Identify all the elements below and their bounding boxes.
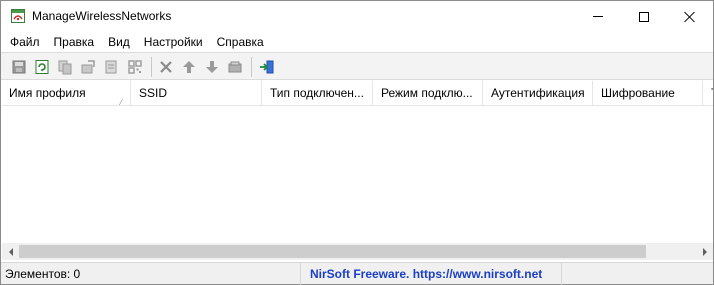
export-icon <box>81 60 95 74</box>
scroll-left-button[interactable] <box>2 243 19 260</box>
properties-icon <box>105 60 117 74</box>
column-header-label: Тип подключен... <box>270 86 364 100</box>
qr-code-button[interactable] <box>125 57 145 77</box>
column-header-label: Аутентификация <box>491 86 585 100</box>
move-down-button[interactable] <box>202 57 222 77</box>
column-header-ssid[interactable]: SSID <box>132 81 262 106</box>
menu-edit[interactable]: Правка <box>47 32 102 52</box>
title-bar[interactable]: ManageWirelessNetworks <box>1 1 713 32</box>
exit-icon <box>260 60 274 74</box>
export-button[interactable] <box>78 57 98 77</box>
chevron-right-icon <box>702 247 707 256</box>
sort-ascending-icon: ⁄ <box>120 98 122 106</box>
minimize-icon <box>593 16 603 17</box>
menu-bar: Файл Правка Вид Настройки Справка <box>1 32 713 52</box>
save-button[interactable] <box>9 57 29 77</box>
move-down-icon <box>206 61 218 73</box>
menu-file[interactable]: Файл <box>3 32 47 52</box>
maximize-button[interactable] <box>621 1 667 32</box>
scroll-right-button[interactable] <box>696 243 713 260</box>
properties-button[interactable] <box>101 57 121 77</box>
close-button[interactable] <box>667 1 713 32</box>
save-icon <box>12 60 26 74</box>
menu-view[interactable]: Вид <box>101 32 137 52</box>
profiles-list[interactable]: Имя профиля ⁄ SSID Тип подключен... Режи… <box>2 81 713 261</box>
connect-icon <box>228 61 242 73</box>
column-header-profile-name[interactable]: Имя профиля ⁄ <box>2 81 131 106</box>
toolbar-separator <box>151 57 152 77</box>
column-header-label: Режим подклю... <box>381 86 473 100</box>
column-header-label: Шифрование <box>601 86 675 100</box>
window-title: ManageWirelessNetworks <box>32 9 172 23</box>
copy-icon <box>58 60 72 75</box>
move-up-button[interactable] <box>179 57 199 77</box>
menu-settings[interactable]: Настройки <box>137 32 210 52</box>
menu-help[interactable]: Справка <box>210 32 271 52</box>
scrollbar-thumb[interactable] <box>19 245 646 258</box>
column-header-connection-type[interactable]: Тип подключен... <box>263 81 373 106</box>
app-window: ManageWirelessNetworks Файл Правка Вид Н… <box>0 0 714 285</box>
maximize-icon <box>639 11 649 22</box>
connect-button[interactable] <box>225 57 245 77</box>
column-header-truncated[interactable]: Т <box>704 81 713 106</box>
exit-button[interactable] <box>257 57 277 77</box>
column-header-label: SSID <box>139 86 168 100</box>
column-header-encryption[interactable]: Шифрование <box>594 81 703 106</box>
horizontal-scrollbar[interactable] <box>2 243 713 260</box>
delete-button[interactable] <box>156 57 176 77</box>
refresh-icon <box>35 60 49 74</box>
app-icon[interactable] <box>10 8 26 24</box>
toolbar <box>1 52 713 80</box>
column-header-connection-mode[interactable]: Режим подклю... <box>374 81 483 106</box>
list-header: Имя профиля ⁄ SSID Тип подключен... Режи… <box>2 81 713 106</box>
column-header-label: Т <box>711 86 713 100</box>
chevron-left-icon <box>8 247 13 256</box>
column-header-authentication[interactable]: Аутентификация <box>484 81 593 106</box>
toolbar-separator <box>251 57 252 77</box>
move-up-icon <box>183 61 195 73</box>
minimize-button[interactable] <box>575 1 621 32</box>
status-bar: Элементов: 0 NirSoft Freeware. https://w… <box>1 262 713 285</box>
delete-icon <box>160 61 172 73</box>
refresh-button[interactable] <box>32 57 52 77</box>
nirsoft-link[interactable]: NirSoft Freeware. https://www.nirsoft.ne… <box>302 263 562 285</box>
copy-button[interactable] <box>55 57 75 77</box>
column-header-label: Имя профиля <box>9 86 86 100</box>
qr-code-icon <box>128 60 142 74</box>
close-icon <box>684 11 696 23</box>
status-item-count: Элементов: 0 <box>1 263 301 285</box>
